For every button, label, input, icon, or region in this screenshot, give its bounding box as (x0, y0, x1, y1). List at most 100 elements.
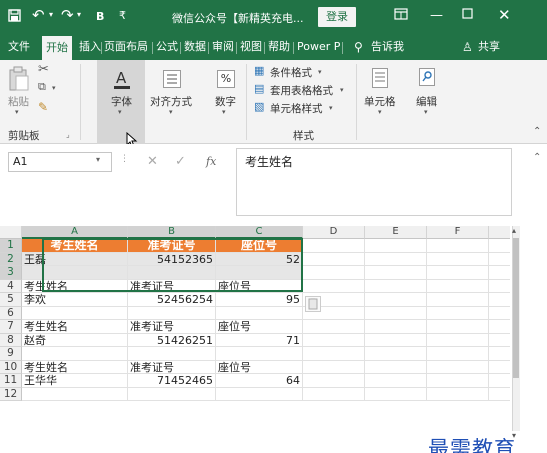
paste-label[interactable]: 粘贴 (8, 94, 29, 109)
column-header-d[interactable]: D (303, 226, 365, 239)
cell-d12[interactable] (303, 387, 365, 401)
row-header[interactable]: 8 (0, 333, 22, 347)
cell-e9[interactable] (365, 347, 427, 361)
paste-options-icon[interactable] (305, 296, 321, 312)
cell-f2[interactable] (427, 252, 489, 266)
row-header[interactable]: 12 (0, 387, 22, 401)
font-dropdown-icon[interactable]: ▾ (118, 108, 122, 116)
cell-f1[interactable] (427, 239, 489, 253)
cell-g10[interactable] (489, 360, 511, 374)
tab-view[interactable]: 视图 (240, 34, 262, 60)
cell-f4[interactable] (427, 279, 489, 293)
enter-icon[interactable]: ✓ (175, 154, 186, 169)
tab-power-pivot[interactable]: Power P (297, 34, 341, 60)
cells-dropdown-icon[interactable]: ▾ (378, 108, 382, 116)
tab-data[interactable]: 数据 (184, 34, 206, 60)
formula-input[interactable]: 考生姓名 (236, 148, 512, 216)
select-all-corner[interactable] (0, 226, 22, 239)
row-header[interactable]: 3 (0, 266, 22, 280)
cell-a8[interactable]: 赵奇 (22, 333, 128, 347)
conditional-format-icon[interactable]: ▦ (254, 64, 264, 77)
row-header[interactable]: 7 (0, 320, 22, 334)
copy-dropdown-icon[interactable]: ▾ (52, 84, 56, 92)
cell-e4[interactable] (365, 279, 427, 293)
expand-formula-bar-icon[interactable]: ⌃ (533, 152, 541, 163)
cell-d11[interactable] (303, 374, 365, 388)
cell-g8[interactable] (489, 333, 511, 347)
cell-c7[interactable]: 座位号 (216, 320, 303, 334)
cancel-icon[interactable]: ✕ (147, 154, 158, 169)
row-header[interactable]: 4 (0, 279, 22, 293)
row-header[interactable]: 5 (0, 293, 22, 307)
cell-b12[interactable] (128, 387, 216, 401)
row-header[interactable]: 1 (0, 239, 22, 253)
cell-b10[interactable]: 准考证号 (128, 360, 216, 374)
redo-icon[interactable]: ↷ (61, 6, 74, 24)
cell-a7[interactable]: 考生姓名 (22, 320, 128, 334)
cell-g3[interactable] (489, 266, 511, 280)
cell-e7[interactable] (365, 320, 427, 334)
cells-icon[interactable] (372, 68, 388, 91)
cell-d9[interactable] (303, 347, 365, 361)
row-header[interactable]: 6 (0, 306, 22, 320)
cell-f12[interactable] (427, 387, 489, 401)
cell-style-icon[interactable]: ▧ (254, 100, 264, 113)
cell-g6[interactable] (489, 306, 511, 320)
worksheet-grid[interactable]: A B C D E F 1 考生姓名 准考证号 座位号 2 王磊 54152365 52 3 4 考… (0, 226, 547, 453)
cell-styles-button[interactable]: 单元格样式 (270, 101, 323, 116)
format-as-table-button[interactable]: 套用表格格式 (270, 83, 333, 98)
number-dropdown-icon[interactable]: ▾ (222, 108, 226, 116)
cell-d8[interactable] (303, 333, 365, 347)
cell-e6[interactable] (365, 306, 427, 320)
cell-e2[interactable] (365, 252, 427, 266)
cell-g12[interactable] (489, 387, 511, 401)
cell-a9[interactable] (22, 347, 128, 361)
cell-a11[interactable]: 王华华 (22, 374, 128, 388)
cell-b9[interactable] (128, 347, 216, 361)
cell-d7[interactable] (303, 320, 365, 334)
bold-quick-icon[interactable]: B (96, 10, 104, 23)
cell-styles-dropdown-icon[interactable]: ▾ (329, 104, 333, 112)
conditional-format-dropdown-icon[interactable]: ▾ (318, 68, 322, 76)
format-table-dropdown-icon[interactable]: ▾ (340, 86, 344, 94)
cell-f6[interactable] (427, 306, 489, 320)
tab-insert[interactable]: 插入 (79, 34, 101, 60)
cell-d2[interactable] (303, 252, 365, 266)
tell-me-search[interactable]: 告诉我 (371, 34, 404, 60)
cell-d1[interactable] (303, 239, 365, 253)
cell-f5[interactable] (427, 293, 489, 307)
row-header[interactable]: 11 (0, 374, 22, 388)
cell-f10[interactable] (427, 360, 489, 374)
insert-function-icon[interactable]: fx (206, 155, 216, 168)
tab-file[interactable]: 文件 (8, 34, 30, 60)
alignment-label[interactable]: 对齐方式 (150, 94, 192, 109)
cell-c9[interactable] (216, 347, 303, 361)
undo-dropdown-icon[interactable]: ▾ (49, 10, 53, 19)
name-box-dropdown-icon[interactable]: ▾ (96, 155, 100, 164)
cell-a12[interactable] (22, 387, 128, 401)
cell-b11[interactable]: 71452465 (128, 374, 216, 388)
cell-c11[interactable]: 64 (216, 374, 303, 388)
cell-g9[interactable] (489, 347, 511, 361)
paste-dropdown-icon[interactable]: ▾ (15, 108, 19, 116)
cell-c6[interactable] (216, 306, 303, 320)
cell-b8[interactable]: 51426251 (128, 333, 216, 347)
cell-e10[interactable] (365, 360, 427, 374)
alignment-icon[interactable] (163, 70, 181, 91)
cell-c5[interactable]: 95 (216, 293, 303, 307)
tab-review[interactable]: 审阅 (212, 34, 234, 60)
cut-icon[interactable]: ✂ (38, 62, 49, 77)
number-label[interactable]: 数字 (215, 94, 236, 109)
cell-f8[interactable] (427, 333, 489, 347)
cell-f11[interactable] (427, 374, 489, 388)
minimize-icon[interactable]: — (430, 8, 443, 23)
cell-e11[interactable] (365, 374, 427, 388)
row-header[interactable]: 9 (0, 347, 22, 361)
customize-toolbar-icon[interactable]: ₹ (119, 9, 126, 22)
vertical-scroll-thumb[interactable] (513, 238, 519, 378)
cell-g4[interactable] (489, 279, 511, 293)
cell-f9[interactable] (427, 347, 489, 361)
user-icon[interactable]: ♙ (462, 34, 473, 60)
clipboard-launcher-icon[interactable]: ⌟ (66, 130, 70, 139)
number-format-icon[interactable]: % (217, 70, 235, 88)
